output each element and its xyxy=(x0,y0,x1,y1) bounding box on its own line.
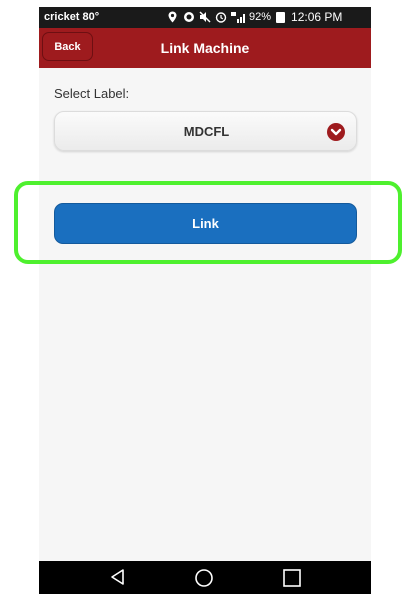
link-button[interactable]: Link xyxy=(54,203,357,244)
nav-recent-icon[interactable] xyxy=(282,568,302,593)
back-button[interactable]: Back xyxy=(42,32,93,61)
phone-screen: cricket 80° 92% 12:06 PM Link Machine Ba… xyxy=(39,7,371,594)
chevron-down-icon xyxy=(327,123,345,141)
carrier-label: cricket 80° xyxy=(44,11,100,23)
alarm-icon xyxy=(215,11,227,23)
selected-value: MDCFL xyxy=(183,124,230,139)
nav-bar xyxy=(39,561,371,594)
select-label: Select Label: xyxy=(54,86,130,101)
clock: 12:06 PM xyxy=(291,10,343,24)
battery-percent: 92% xyxy=(249,11,272,23)
lte-signal-icon xyxy=(231,11,245,23)
sync-icon xyxy=(183,11,194,23)
battery-icon xyxy=(276,11,286,23)
mute-icon xyxy=(199,11,211,23)
location-icon xyxy=(167,11,178,23)
label-select[interactable]: MDCFL xyxy=(54,111,357,151)
status-icons: 92% 12:06 PM xyxy=(167,10,342,24)
nav-back-icon[interactable] xyxy=(109,568,127,591)
status-bar: cricket 80° 92% 12:06 PM xyxy=(39,7,371,28)
screenshot-page: cricket 80° 92% 12:06 PM Link Machine Ba… xyxy=(0,0,405,594)
nav-home-icon[interactable] xyxy=(194,568,214,593)
app-header: Link Machine Back xyxy=(39,28,371,68)
